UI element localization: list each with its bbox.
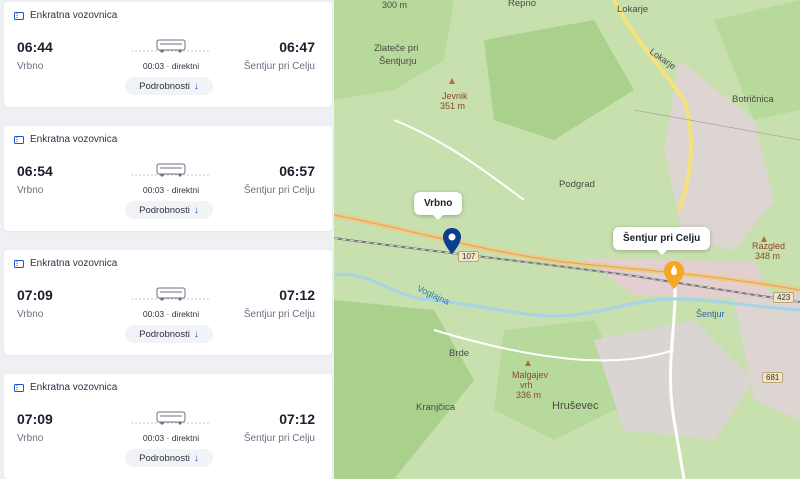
departure-stop: Vrbno [17, 309, 44, 320]
departure-time: 07:09 [17, 411, 53, 427]
ticket-label: Enkratna vozovnica [30, 382, 118, 393]
map-label-sentjur-town: Šentjur [696, 309, 725, 319]
arrow-down-icon: ↓ [193, 452, 199, 464]
arrival-time: 07:12 [279, 411, 315, 427]
ticket-icon [14, 259, 24, 268]
road-number-423: 423 [773, 292, 795, 303]
map-label-malgajev-alt: 336 m [516, 390, 542, 400]
map-label-zlatece: Zlateče pri [374, 43, 419, 54]
trip-card[interactable]: Enkratna vozovnica 06:54 Vrbno 00:03 · d… [4, 126, 332, 231]
bus-icon [131, 163, 211, 177]
destination-popup: Šentjur pri Celju [613, 227, 711, 255]
bus-icon [131, 287, 211, 301]
details-button[interactable]: Podrobnosti ↓ [125, 449, 213, 467]
trip-duration: 00:03 · direktni [142, 185, 200, 195]
departure-stop: Vrbno [17, 433, 44, 444]
trip-duration: 00:03 · direktni [142, 61, 200, 71]
ticket-label: Enkratna vozovnica [30, 134, 118, 145]
map-label-razgled: Razgled [752, 241, 786, 251]
map-label-jevnik-alt: 351 m [440, 101, 466, 111]
ticket-icon [14, 11, 24, 20]
arrow-down-icon: ↓ [193, 80, 199, 92]
destination-pin-icon[interactable] [663, 260, 685, 290]
departure-stop: Vrbno [17, 185, 44, 196]
map-label-podgrad: Podgrad [559, 179, 595, 190]
bus-icon [131, 39, 211, 53]
ticket-label: Enkratna vozovnica [30, 10, 118, 21]
road-number-681: 681 [762, 372, 784, 383]
arrow-down-icon: ↓ [193, 204, 199, 216]
origin-pin-icon[interactable] [442, 227, 462, 255]
arrival-time: 06:57 [279, 163, 315, 179]
departure-stop: Vrbno [17, 61, 44, 72]
trip-duration: 00:03 · direktni [142, 309, 200, 319]
departure-time: 06:44 [17, 39, 53, 55]
ticket-icon [14, 135, 24, 144]
ticket-type: Enkratna vozovnica [14, 258, 117, 269]
details-button[interactable]: Podrobnosti ↓ [125, 325, 213, 343]
arrival-time: 06:47 [279, 39, 315, 55]
map-label-hrusevec: Hruševec [552, 400, 599, 412]
arrival-stop: Šentjur pri Celju [243, 309, 315, 320]
trip-duration: 00:03 · direktni [142, 433, 200, 443]
map-label-top-alt: 300 m [382, 0, 408, 10]
map-label-lokarje: Lokarje [617, 4, 649, 15]
arrival-stop: Šentjur pri Celju [243, 185, 315, 196]
ticket-type: Enkratna vozovnica [14, 134, 117, 145]
details-label: Podrobnosti [139, 452, 190, 464]
arrow-down-icon: ↓ [193, 328, 199, 340]
trip-card[interactable]: Enkratna vozovnica 07:09 Vrbno 00:03 · d… [4, 374, 332, 479]
map-label-repno: Repno [508, 0, 536, 9]
map-label-razgled-alt: 348 m [755, 251, 781, 261]
arrival-stop: Šentjur pri Celju [243, 61, 315, 72]
ticket-type: Enkratna vozovnica [14, 10, 117, 21]
details-button[interactable]: Podrobnosti ↓ [125, 77, 213, 95]
details-label: Podrobnosti [139, 80, 190, 92]
bus-icon [131, 411, 211, 425]
details-label: Podrobnosti [139, 328, 190, 340]
map-label-malgajev-2: vrh [520, 380, 533, 390]
arrival-time: 07:12 [279, 287, 315, 303]
map-label-malgajev: Malgajev [512, 370, 549, 380]
map-label-kranjcica: Kranjčica [416, 402, 456, 413]
map-label-zlatece-2: Šentjurju [379, 56, 417, 67]
map-label-brde: Brde [449, 348, 470, 359]
map-label-botricnica: Botričnica [732, 94, 774, 105]
trip-list: Enkratna vozovnica 06:44 Vrbno 00:03 · d… [0, 0, 334, 479]
trip-card[interactable]: Enkratna vozovnica 06:44 Vrbno 00:03 · d… [4, 2, 332, 107]
ticket-label: Enkratna vozovnica [30, 258, 118, 269]
details-label: Podrobnosti [139, 204, 190, 216]
arrival-stop: Šentjur pri Celju [243, 433, 315, 444]
route-map[interactable]: 300 m Repno Lokarje Lokarje Zlateče pri … [334, 0, 800, 479]
map-label-jevnik: Jevnik [442, 91, 468, 101]
ticket-icon [14, 383, 24, 392]
departure-time: 06:54 [17, 163, 53, 179]
trip-card[interactable]: Enkratna vozovnica 07:09 Vrbno 00:03 · d… [4, 250, 332, 355]
details-button[interactable]: Podrobnosti ↓ [125, 201, 213, 219]
departure-time: 07:09 [17, 287, 53, 303]
ticket-type: Enkratna vozovnica [14, 382, 117, 393]
origin-popup: Vrbno [414, 192, 463, 220]
